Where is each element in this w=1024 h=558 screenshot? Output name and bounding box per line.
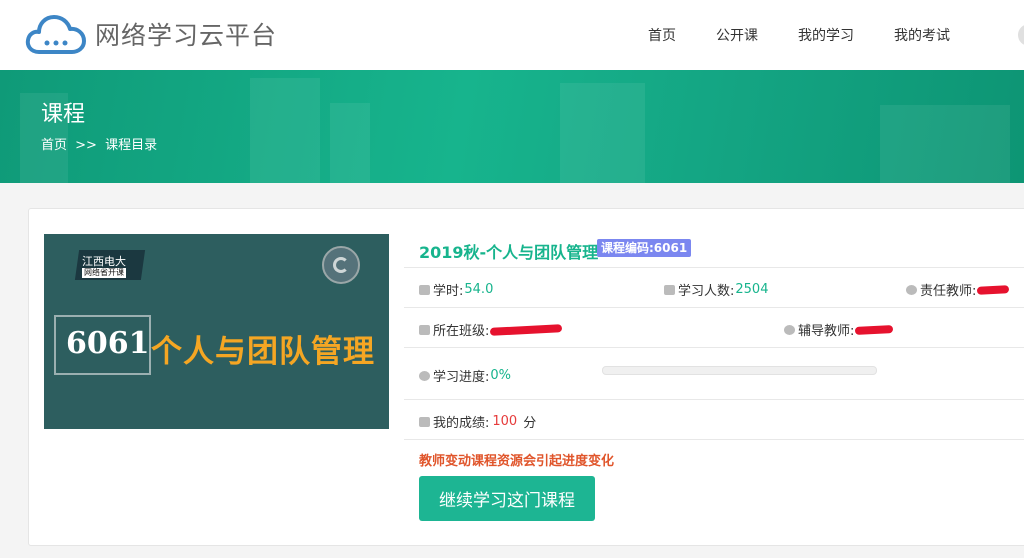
class-label: 所在班级: bbox=[433, 324, 490, 339]
redacted-tutor-name bbox=[855, 324, 894, 335]
breadcrumb-current[interactable]: 课程目录 bbox=[105, 138, 157, 153]
nav-home[interactable]: 首页 bbox=[648, 25, 676, 45]
banner-decoration bbox=[560, 83, 645, 183]
info-row-class: 所在班级: 辅导教师: bbox=[404, 307, 1024, 347]
progress-value: 0% bbox=[490, 368, 512, 383]
hours-field: 学时: 54.0 bbox=[419, 280, 493, 299]
clock-icon bbox=[419, 370, 430, 381]
banner-decoration bbox=[880, 105, 1010, 183]
banner-decoration bbox=[330, 103, 370, 183]
teacher-label: 责任教师: bbox=[920, 284, 977, 299]
divider bbox=[404, 439, 1024, 440]
site-logo[interactable]: 网络学习云平台 bbox=[25, 12, 277, 56]
course-info: 2019秋-个人与团队管理 课程编码:6061 学时: 54.0 学习人数: 2… bbox=[404, 209, 1024, 547]
banner-decoration bbox=[250, 78, 320, 183]
page-title: 课程 bbox=[41, 102, 86, 127]
user-icon bbox=[906, 284, 917, 295]
score-icon bbox=[419, 416, 430, 427]
class-field: 所在班级: bbox=[419, 320, 563, 339]
breadcrumb-home[interactable]: 首页 bbox=[41, 138, 67, 153]
cover-course-code: 6061 bbox=[66, 326, 150, 361]
users-icon bbox=[664, 284, 675, 295]
info-row-hours: 学时: 54.0 学习人数: 2504 责任教师: bbox=[404, 267, 1024, 307]
main-nav: 首页 公开课 我的学习 我的考试 bbox=[648, 0, 990, 70]
cover-tag-title: 江西电大 bbox=[82, 255, 126, 268]
score-label: 我的成绩: bbox=[433, 416, 490, 431]
hours-label: 学时: bbox=[433, 284, 464, 299]
page-banner: 课程 首页 >> 课程目录 bbox=[0, 70, 1024, 183]
nav-open-courses[interactable]: 公开课 bbox=[716, 25, 758, 45]
teacher-field: 责任教师: bbox=[906, 280, 1010, 299]
site-logo-text: 网络学习云平台 bbox=[95, 21, 278, 50]
top-header: 网络学习云平台 首页 公开课 我的学习 我的考试 bbox=[0, 0, 1024, 70]
course-title[interactable]: 2019秋-个人与团队管理 bbox=[419, 239, 598, 263]
cloud-logo-icon bbox=[25, 15, 86, 54]
learners-label: 学习人数: bbox=[678, 284, 735, 299]
redacted-teacher-name bbox=[977, 284, 1010, 295]
hours-value: 54.0 bbox=[464, 282, 494, 297]
progress-bar bbox=[602, 366, 877, 375]
school-seal-icon bbox=[322, 246, 360, 284]
learners-value: 2504 bbox=[735, 282, 769, 297]
calendar-icon bbox=[419, 284, 430, 295]
progress-label: 学习进度: bbox=[433, 370, 490, 385]
course-code-badge: 课程编码:6061 bbox=[597, 239, 692, 257]
nav-my-learning[interactable]: 我的学习 bbox=[798, 25, 854, 45]
breadcrumb-separator: >> bbox=[75, 138, 97, 153]
progress-field: 学习进度: 0% bbox=[419, 366, 511, 385]
tutor-field: 辅导教师: bbox=[784, 320, 894, 339]
cover-tag-subtitle: 网络省开课 bbox=[82, 268, 126, 278]
course-card: 江西电大 网络省开课 6061 个人与团队管理 2019秋-个人与团队管理 课程… bbox=[28, 208, 1024, 546]
user-avatar[interactable] bbox=[1018, 24, 1024, 46]
progress-notice: 教师变动课程资源会引起进度变化 bbox=[419, 454, 615, 469]
learners-field: 学习人数: 2504 bbox=[664, 280, 768, 299]
info-row-score: 我的成绩: 100 分 bbox=[404, 399, 1024, 439]
users-icon bbox=[419, 324, 430, 335]
score-value: 100 bbox=[492, 414, 518, 429]
user-icon bbox=[784, 324, 795, 335]
nav-my-exams[interactable]: 我的考试 bbox=[894, 25, 950, 45]
breadcrumb: 首页 >> 课程目录 bbox=[41, 134, 161, 153]
tutor-label: 辅导教师: bbox=[798, 324, 855, 339]
course-cover-image[interactable]: 江西电大 网络省开课 6061 个人与团队管理 bbox=[44, 234, 389, 429]
score-unit: 分 bbox=[523, 416, 537, 431]
score-field: 我的成绩: 100 分 bbox=[419, 412, 536, 431]
cover-course-name: 个人与团队管理 bbox=[151, 334, 375, 370]
redacted-class-name bbox=[490, 323, 563, 336]
continue-course-button[interactable]: 继续学习这门课程 bbox=[419, 476, 595, 521]
